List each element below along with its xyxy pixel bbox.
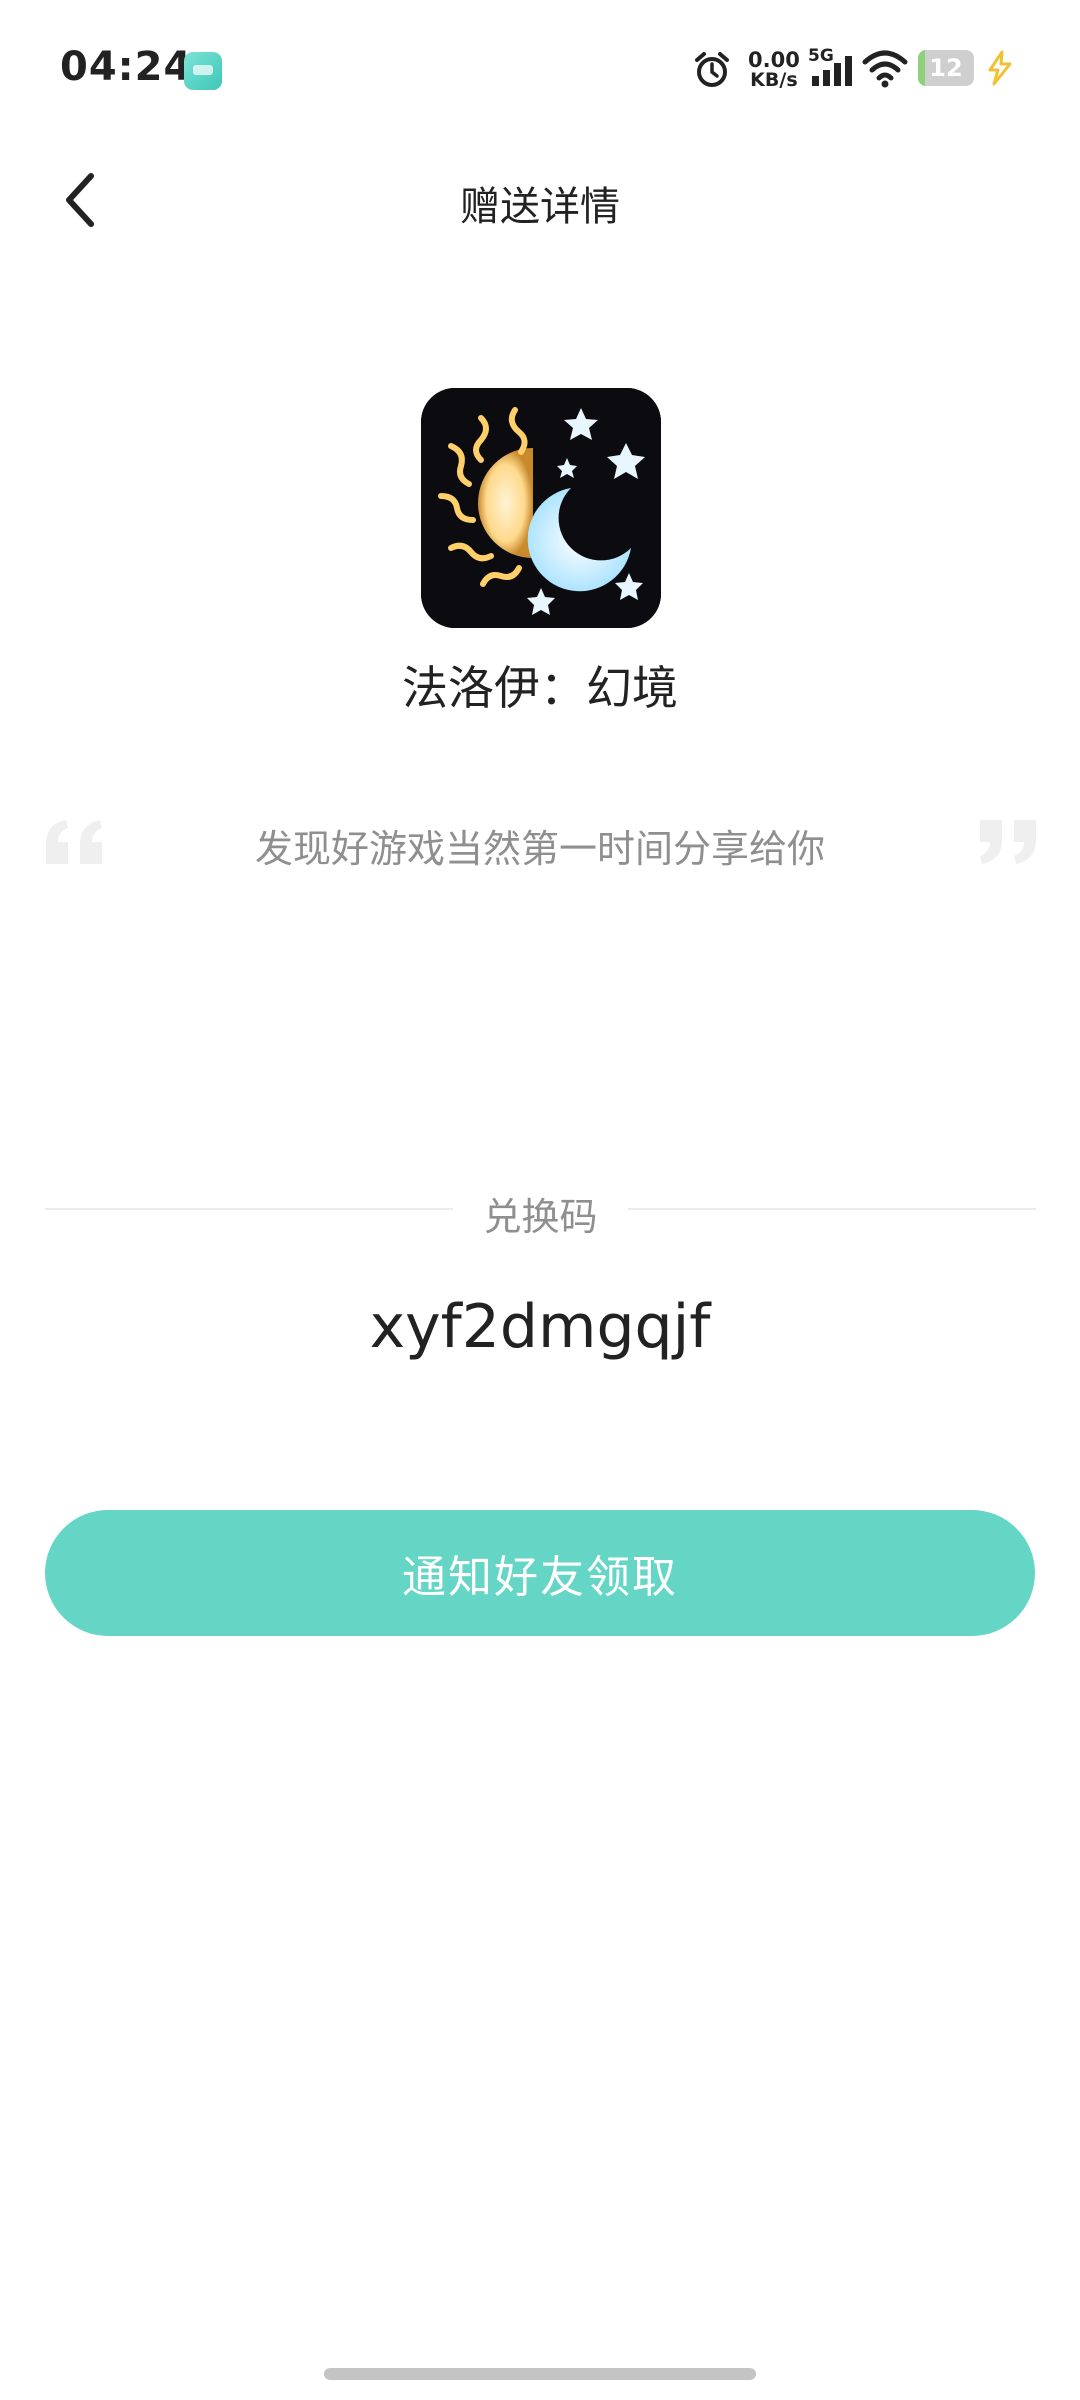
notify-friend-button[interactable]: 通知好友领取 xyxy=(45,1510,1035,1636)
divider-right xyxy=(628,1208,1036,1210)
status-time: 04:24 xyxy=(60,44,193,90)
alarm-clock-icon xyxy=(695,52,729,87)
share-message: 发现好游戏当然第一时间分享给你 xyxy=(254,827,825,871)
network-speed-value: 0.00 xyxy=(748,48,800,72)
wifi-icon xyxy=(862,50,908,88)
home-indicator[interactable] xyxy=(324,2368,756,2380)
battery-indicator: 12 xyxy=(918,50,974,86)
network-speed: 0.00 KB/s xyxy=(748,48,800,91)
status-bar: 04:24 0.00 KB/s 5G 12 xyxy=(0,0,1080,140)
charging-bolt-icon xyxy=(988,50,1012,86)
sun-moon-icon xyxy=(421,388,661,628)
status-icons: 0.00 KB/s 5G 12 xyxy=(640,40,1080,100)
game-name: 法洛伊：幻境 xyxy=(402,661,678,715)
redeem-code-label: 兑换码 xyxy=(483,1195,598,1239)
network-type: 5G xyxy=(808,46,834,66)
network-speed-unit: KB/s xyxy=(750,69,798,91)
close-quote-icon xyxy=(980,820,1036,864)
header: 赠送详情 xyxy=(0,140,1080,260)
redeem-code-value[interactable]: xyf2dmgqjf xyxy=(0,1292,1080,1362)
battery-level: 12 xyxy=(929,54,963,82)
page-title: 赠送详情 xyxy=(460,184,620,230)
divider-left xyxy=(45,1208,453,1210)
game-icon xyxy=(421,388,661,628)
taptap-notification-icon xyxy=(184,52,222,90)
